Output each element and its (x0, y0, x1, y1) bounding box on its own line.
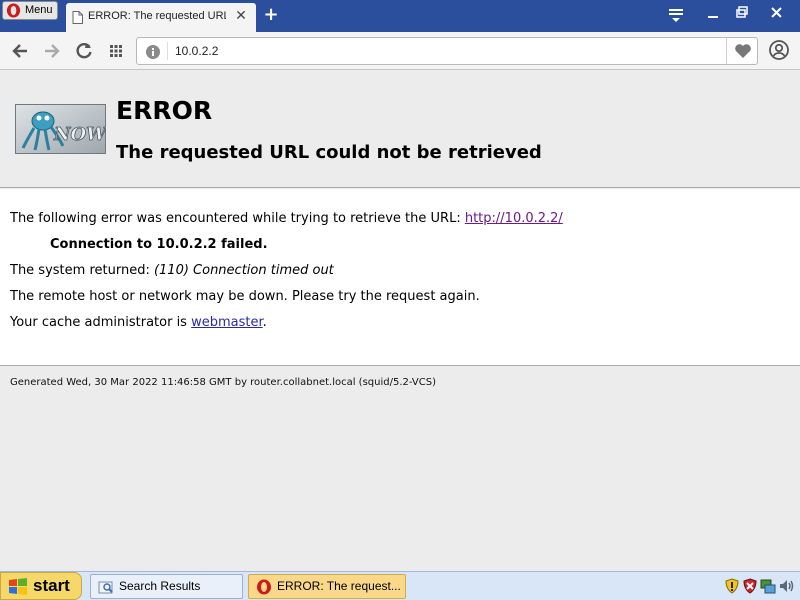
menu-label: Menu (25, 4, 53, 16)
url-separator (726, 38, 727, 64)
account-icon[interactable] (768, 39, 790, 61)
page-subtitle: The requested URL could not be retrieved (116, 142, 542, 163)
taskbar: start Search Results ERROR: The request.… (0, 571, 800, 600)
address-toolbar: 10.0.2.2 (0, 32, 800, 70)
cache-admin: Your cache administrator is webmaster. (10, 315, 267, 330)
opera-icon (257, 579, 271, 595)
speaker-icon[interactable] (778, 578, 794, 594)
system-returned: The system returned: (110) Connection ti… (10, 263, 334, 278)
network-icon[interactable] (760, 578, 776, 594)
reload-icon[interactable] (72, 39, 96, 63)
webmaster-link[interactable]: webmaster (191, 315, 263, 330)
speed-dial-icon[interactable] (104, 39, 128, 63)
url-text[interactable]: 10.0.2.2 (175, 44, 218, 58)
shield-icon[interactable] (742, 578, 758, 594)
retry-hint: The remote host or network may be down. … (10, 289, 480, 304)
cache-admin-label: Your cache administrator is (10, 315, 192, 330)
minimize-icon[interactable] (700, 4, 726, 22)
heart-icon[interactable] (734, 43, 752, 59)
taskbar-item-label: ERROR: The request... (277, 579, 401, 593)
tab-title: ERROR: The requested URL could not be re… (88, 10, 226, 22)
close-icon[interactable]: ✕ (234, 9, 248, 23)
taskbar-item-label: Search Results (119, 579, 201, 593)
requested-url-link[interactable]: http://10.0.2.2/ (465, 211, 563, 226)
tab-bar: Menu ERROR: The requested URL could not … (0, 0, 800, 32)
error-message: The following error was encountered whil… (10, 211, 563, 226)
opera-menu-button[interactable]: Menu (2, 1, 58, 20)
back-icon[interactable] (8, 39, 32, 63)
tab-active[interactable]: ERROR: The requested URL could not be re… (66, 3, 256, 32)
start-button[interactable]: start (0, 572, 82, 600)
system-tray (718, 574, 798, 599)
error-message-text: The following error was encountered whil… (10, 211, 465, 226)
opera-icon (6, 3, 21, 18)
plus-icon[interactable]: + (262, 6, 280, 24)
tab-menu-icon[interactable] (666, 6, 686, 24)
system-returned-label: The system returned: (10, 263, 154, 278)
system-returned-detail: (110) Connection timed out (153, 263, 334, 278)
address-bar[interactable]: 10.0.2.2 (136, 37, 758, 65)
page-content: NOW ERROR The requested URL could not be… (0, 70, 800, 571)
forward-icon[interactable] (40, 39, 64, 63)
page-title: ERROR (116, 96, 213, 125)
folder-search-icon (98, 581, 113, 594)
document-icon (72, 11, 83, 24)
windows-logo-icon (9, 578, 27, 595)
error-body: The following error was encountered whil… (0, 189, 800, 366)
security-icon[interactable] (724, 578, 740, 594)
cache-admin-suffix: . (262, 315, 267, 330)
url-separator (167, 42, 168, 60)
taskbar-item-browser[interactable]: ERROR: The request... (248, 574, 406, 599)
taskbar-item-search-results[interactable]: Search Results (90, 574, 243, 599)
error-header: NOW ERROR The requested URL could not be… (0, 70, 800, 188)
maximize-icon[interactable] (728, 4, 754, 22)
squid-logo: NOW (15, 104, 106, 154)
start-label: start (33, 576, 70, 595)
generated-footer: Generated Wed, 30 Mar 2022 11:46:58 GMT … (10, 377, 436, 388)
error-detail: Connection to 10.0.2.2 failed. (50, 237, 268, 252)
window-close-icon[interactable] (764, 4, 790, 22)
logo-text: NOW (53, 124, 106, 145)
info-icon[interactable] (145, 44, 161, 60)
